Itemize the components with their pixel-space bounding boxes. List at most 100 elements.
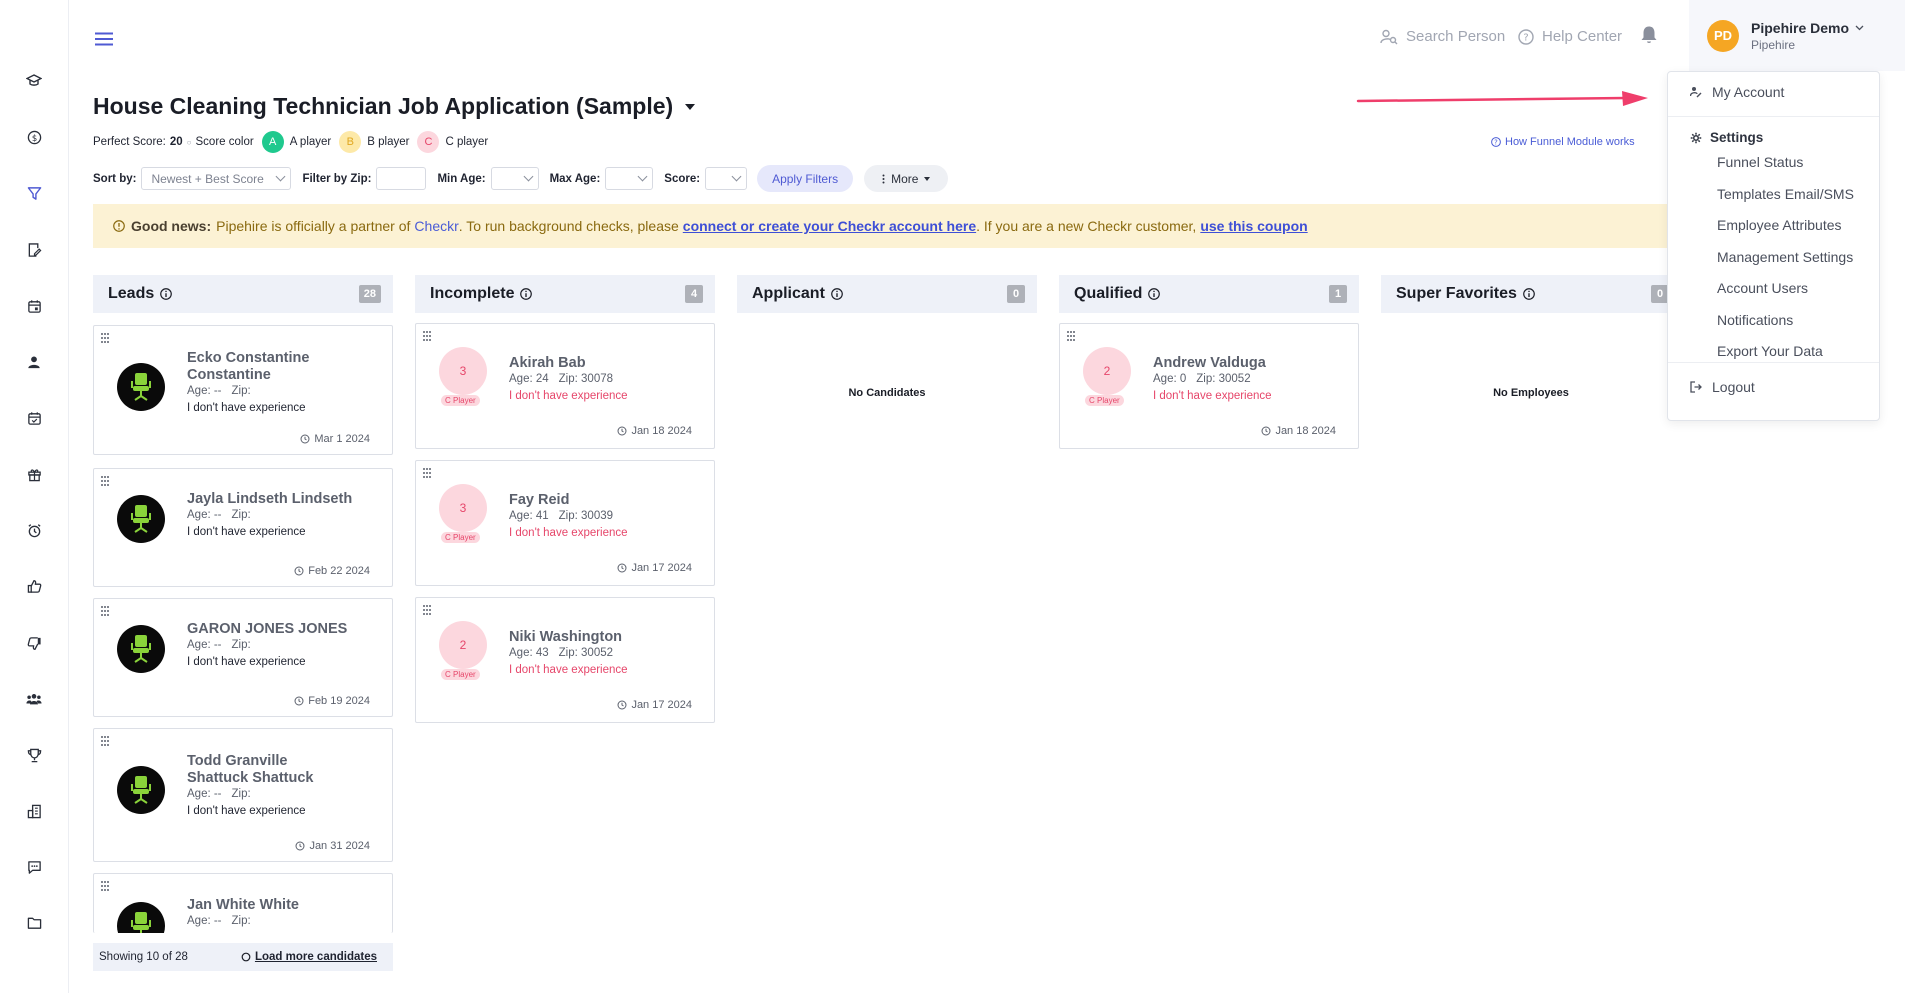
candidate-name[interactable]: GARON JONES JONES — [187, 621, 347, 638]
candidate-card[interactable]: 2C Player Niki Washington Age: 43 Zip: 3005… — [415, 597, 715, 723]
candidate-name[interactable]: Akirah Bab — [509, 355, 628, 372]
candidate-name[interactable]: Fay Reid — [509, 492, 628, 509]
candidate-age: Age: -- — [187, 385, 222, 397]
candidate-card[interactable]: Feb 22 2024 Jayla Lindseth Lindseth Age: -… — [93, 468, 393, 587]
settings-item[interactable]: Export Your Data — [1717, 343, 1823, 359]
settings-item[interactable]: Funnel Status — [1717, 154, 1803, 170]
settings-item[interactable]: Notifications — [1717, 312, 1793, 328]
candidate-card[interactable]: Feb 19 2024 GARON JONES JONES Age: -- Zip: I… — [93, 598, 393, 717]
how-funnel-link[interactable]: ? How Funnel Module works — [1491, 136, 1635, 148]
calendar-check-icon[interactable] — [23, 407, 45, 429]
candidate-name[interactable]: Jan White White — [187, 897, 299, 914]
hamburger-menu-icon[interactable] — [95, 32, 113, 46]
candidate-experience: I don't have experience — [1153, 390, 1272, 402]
sort-select[interactable]: Newest + Best Score — [141, 167, 292, 190]
info-icon[interactable] — [831, 288, 843, 300]
apply-filters-button[interactable]: Apply Filters — [757, 165, 854, 192]
help-circle-icon: ? — [1518, 28, 1534, 45]
page-title-row[interactable]: House Cleaning Technician Job Applicatio… — [93, 93, 696, 120]
document-edit-icon[interactable] — [23, 239, 45, 261]
title-caret-icon[interactable] — [685, 103, 696, 110]
search-person-link[interactable]: Search Person — [1380, 28, 1505, 45]
column-applicant: Applicant 0 No Candidates — [737, 275, 1037, 399]
drag-handle-icon[interactable] — [100, 735, 110, 747]
calendar-icon[interactable] — [23, 295, 45, 317]
drag-handle-icon[interactable] — [100, 475, 110, 487]
candidate-card[interactable]: 2C Player Andrew Valduga Age: 0 Zip: 30052 I… — [1059, 323, 1359, 449]
score-select[interactable] — [705, 167, 748, 190]
max-age-select[interactable] — [605, 167, 654, 190]
info-icon[interactable] — [1523, 288, 1535, 300]
info-icon[interactable] — [160, 288, 173, 300]
candidate-age: Age: 24 — [509, 373, 549, 385]
settings-label: Settings — [1710, 130, 1764, 145]
alarm-clock-icon[interactable] — [23, 519, 45, 541]
more-button[interactable]: More — [864, 165, 949, 192]
dollar-circle-icon[interactable]: $ — [23, 126, 45, 148]
checkr-link[interactable]: Checkr — [414, 218, 458, 234]
help-center-link[interactable]: ? Help Center — [1518, 28, 1622, 45]
candidate-zip: Zip: — [231, 639, 251, 651]
settings-item[interactable]: Account Users — [1717, 280, 1808, 296]
more-vertical-icon — [882, 174, 885, 184]
candidate-card[interactable]: 3C Player Fay Reid Age: 41 Zip: 30039 I don'… — [415, 460, 715, 586]
bell-icon[interactable] — [1640, 25, 1658, 45]
candidate-card[interactable]: 3C Player Akirah Bab Age: 24 Zip: 30078 I do… — [415, 323, 715, 449]
candidate-card[interactable]: Mar 1 2024 Ecko Constantine Constantine Ag… — [93, 325, 393, 455]
drag-handle-icon[interactable] — [422, 467, 432, 479]
user-name: Pipehire Demo — [1751, 19, 1850, 36]
load-more-label: Load more candidates — [254, 951, 377, 963]
user-menu[interactable]: PD Pipehire Demo Pipehire — [1689, 0, 1905, 71]
logout-item[interactable]: Logout — [1690, 379, 1755, 395]
candidate-zip: Zip: — [231, 509, 251, 521]
settings-item[interactable]: Employee Attributes — [1717, 217, 1842, 233]
more-label: More — [891, 171, 919, 186]
date-text: Jan 17 2024 — [631, 699, 692, 711]
column-title: Leads — [108, 285, 155, 302]
info-icon[interactable] — [1148, 288, 1161, 300]
drag-handle-icon[interactable] — [100, 605, 110, 617]
trophy-icon[interactable] — [23, 744, 45, 766]
drag-handle-icon[interactable] — [422, 330, 432, 342]
info-icon[interactable] — [520, 288, 533, 300]
graduation-cap-icon[interactable] — [23, 70, 45, 92]
refresh-icon — [241, 952, 251, 962]
candidate-card[interactable]: Jan White White Age: -- Zip: — [93, 873, 393, 933]
candidate-name[interactable]: Andrew Valduga — [1153, 355, 1272, 372]
group-icon[interactable] — [23, 688, 45, 710]
candidate-name[interactable]: Ecko Constantine Constantine — [187, 350, 327, 384]
score-avatar: 2 — [439, 621, 487, 669]
zip-input[interactable] — [376, 167, 427, 190]
min-age-select[interactable] — [490, 167, 539, 190]
folder-icon[interactable] — [23, 912, 45, 934]
search-person-icon — [1380, 29, 1398, 45]
empty-state: No Candidates — [848, 387, 926, 399]
gift-icon[interactable] — [23, 463, 45, 485]
settings-item[interactable]: Management Settings — [1717, 249, 1853, 265]
settings-item[interactable]: Templates Email/SMS — [1717, 186, 1854, 202]
thumbs-down-icon[interactable] — [23, 632, 45, 654]
candidate-name[interactable]: Jayla Lindseth Lindseth — [187, 491, 352, 508]
candidate-date: Jan 31 2024 — [295, 840, 370, 852]
thumbs-up-icon[interactable] — [23, 575, 45, 597]
person-icon[interactable] — [23, 351, 45, 373]
coupon-link[interactable]: use this coupon — [1200, 218, 1307, 234]
drag-handle-icon[interactable] — [100, 880, 110, 892]
candidate-name[interactable]: Niki Washington — [509, 629, 628, 646]
top-bar: Search Person ? Help Center PD Pipehire … — [69, 0, 1905, 71]
building-icon[interactable] — [23, 800, 45, 822]
drag-handle-icon[interactable] — [100, 332, 110, 344]
load-more-button[interactable]: Load more candidates — [241, 951, 377, 963]
candidate-card[interactable]: Jan 31 2024 Todd Granville Shattuck Shatt… — [93, 728, 393, 862]
gear-icon — [1690, 132, 1702, 144]
clock-icon — [300, 434, 310, 444]
candidate-name[interactable]: Todd Granville Shattuck Shattuck — [187, 753, 327, 787]
checkr-account-link[interactable]: connect or create your Checkr account he… — [683, 218, 976, 234]
drag-handle-icon[interactable] — [422, 604, 432, 616]
clock-icon — [617, 563, 627, 573]
dot-icon: ○ — [186, 137, 192, 147]
chat-icon[interactable] — [23, 856, 45, 878]
funnel-icon[interactable] — [23, 182, 45, 204]
my-account-item[interactable]: My Account — [1690, 84, 1784, 100]
drag-handle-icon[interactable] — [1066, 330, 1076, 342]
